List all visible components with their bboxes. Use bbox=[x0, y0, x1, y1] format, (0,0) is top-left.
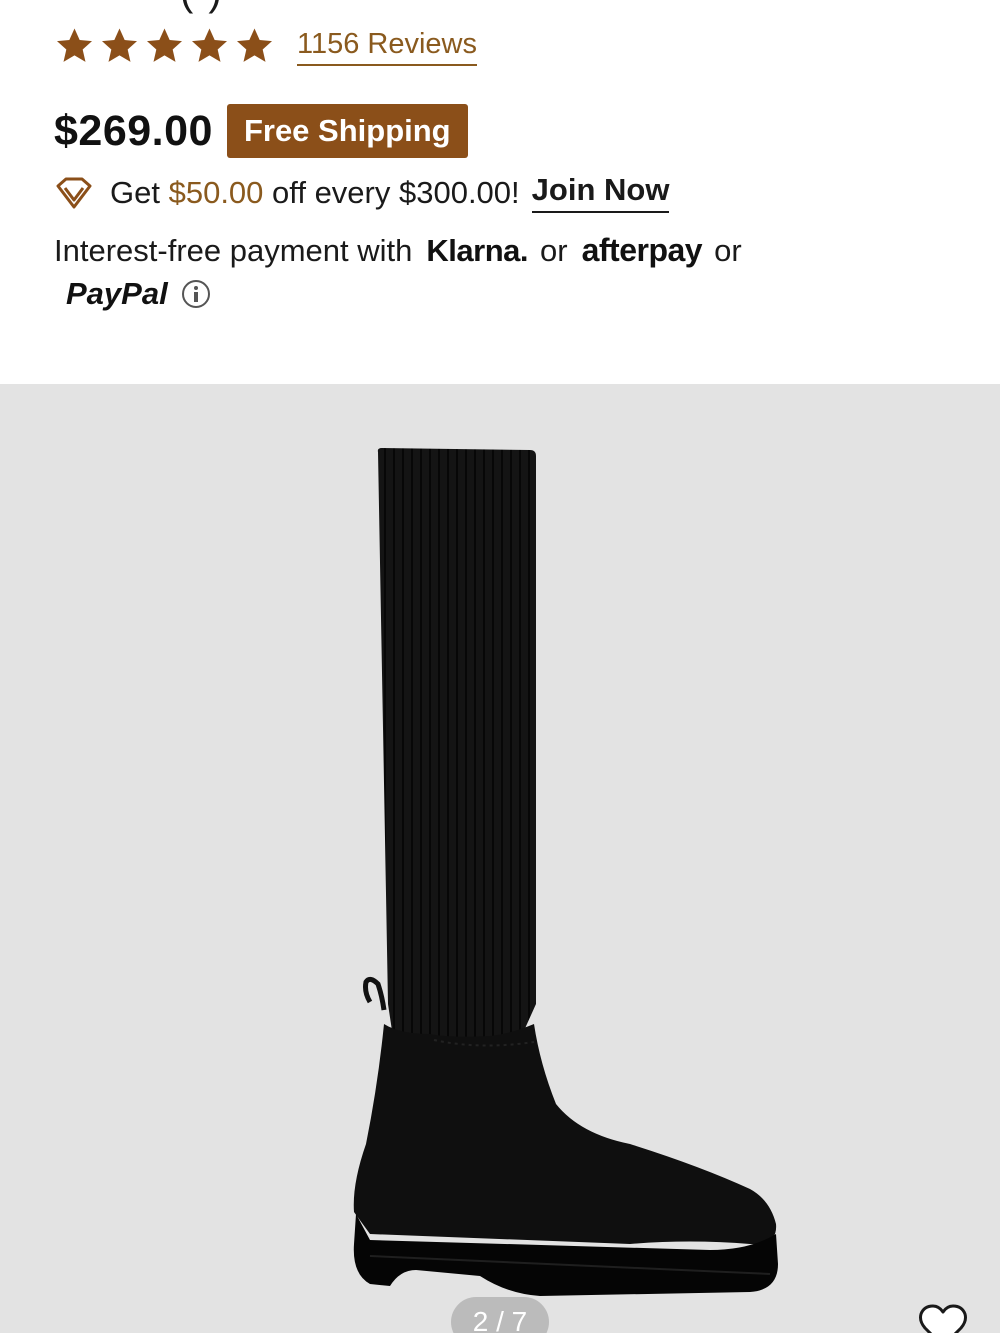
star-icon bbox=[192, 28, 227, 62]
star-icon bbox=[102, 28, 137, 62]
free-shipping-badge: Free Shipping bbox=[226, 104, 468, 158]
product-image bbox=[353, 448, 778, 1296]
favorite-button[interactable] bbox=[917, 1302, 969, 1333]
reviews-link[interactable]: 1156 Reviews bbox=[297, 27, 478, 66]
afterpay-logo[interactable]: afterpay bbox=[582, 232, 703, 269]
star-rating bbox=[54, 26, 275, 66]
payment-or-2: or bbox=[714, 232, 742, 268]
promo-suffix: off every $300.00! bbox=[272, 174, 520, 210]
star-icon bbox=[57, 28, 92, 62]
gallery-pager: 2 / 7 bbox=[451, 1297, 549, 1333]
heart-icon bbox=[919, 1304, 967, 1333]
diamond-icon bbox=[56, 177, 92, 208]
info-icon[interactable] bbox=[181, 280, 210, 308]
star-icon bbox=[237, 28, 272, 62]
product-image-gallery[interactable]: 2 / 7 bbox=[0, 384, 1000, 1333]
price-row: $269.00 Free Shipping bbox=[54, 104, 468, 158]
payment-intro: Interest-free payment with bbox=[54, 232, 413, 268]
payment-options-line-2: PayPal bbox=[66, 276, 210, 312]
membership-promo: Get $50.00 off every $300.00! Join Now bbox=[54, 172, 670, 213]
promo-prefix: Get bbox=[110, 174, 160, 210]
join-now-link[interactable]: Join Now bbox=[531, 172, 670, 213]
payment-options: Interest-free payment with Klarna. or af… bbox=[54, 232, 742, 269]
star-icon bbox=[147, 28, 182, 62]
rating-row: 1156 Reviews bbox=[54, 26, 478, 66]
paypal-logo[interactable]: PayPal bbox=[66, 276, 168, 312]
product-title-fragment: ( ) bbox=[180, 0, 224, 15]
product-price: $269.00 bbox=[54, 106, 213, 155]
promo-amount: $50.00 bbox=[168, 174, 264, 210]
payment-or-1: or bbox=[540, 232, 568, 268]
klarna-logo[interactable]: Klarna. bbox=[426, 233, 528, 269]
